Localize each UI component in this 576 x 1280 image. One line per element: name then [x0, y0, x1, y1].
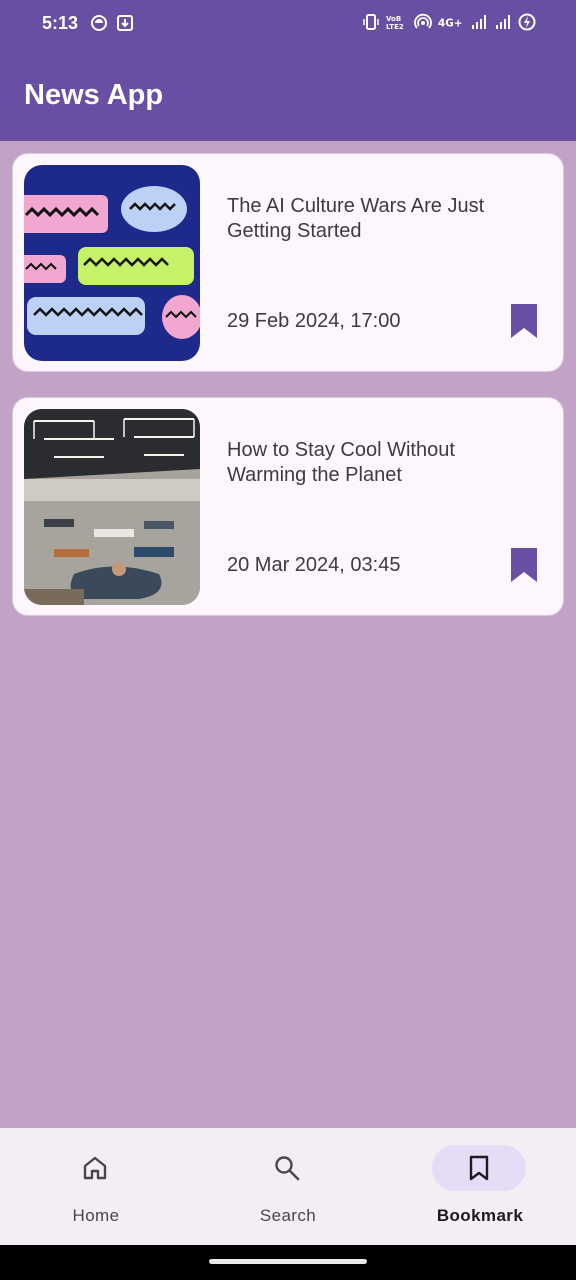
search-icon: [275, 1156, 300, 1181]
article-thumbnail: [24, 409, 200, 605]
app-bar: News App: [0, 48, 576, 141]
home-gesture-bar[interactable]: [209, 1259, 367, 1264]
article-date: 29 Feb 2024, 17:00: [227, 310, 401, 332]
nav-label-bookmark: Bookmark: [436, 1206, 524, 1225]
volte-icon: VoBLTE2: [386, 15, 404, 31]
status-left-icons: [90, 14, 134, 32]
signal-1-icon: [472, 15, 486, 29]
bookmark-icon: [469, 1155, 489, 1181]
article-title: The AI Culture Wars Are Just Getting Sta…: [227, 195, 485, 242]
article-thumbnail: [24, 165, 200, 361]
battery-charging-icon: [518, 13, 536, 31]
status-time: 5:13: [42, 13, 79, 33]
nav-label-home: Home: [72, 1206, 120, 1225]
sync-icon: [91, 15, 107, 31]
gesture-navigation-area: [0, 1245, 576, 1280]
status-right-icons: VoB LTE2 4G+: [362, 13, 536, 31]
hotspot-icon: [414, 13, 432, 29]
network-4g-icon: 4G+: [438, 17, 462, 29]
nav-item-bookmark[interactable]: Bookmark: [384, 1128, 576, 1245]
svg-text:4G+: 4G+: [438, 17, 462, 29]
article-card[interactable]: How to Stay Cool Without Warming the Pla…: [12, 397, 564, 616]
article-title: How to Stay Cool Without Warming the Pla…: [227, 439, 455, 486]
svg-text:VoB: VoB: [386, 15, 401, 23]
bookmark-icon[interactable]: [509, 302, 539, 340]
vibrate-icon: [363, 14, 379, 30]
download-icon: [117, 15, 133, 31]
bookmark-icon[interactable]: [509, 546, 539, 584]
nav-item-home[interactable]: Home: [0, 1128, 192, 1245]
article-card[interactable]: The AI Culture Wars Are Just Getting Sta…: [12, 153, 564, 372]
home-icon: [83, 1156, 107, 1180]
status-bar: 5:13 VoB LTE2 4G+: [0, 0, 576, 48]
signal-2-icon: [496, 15, 510, 29]
article-list: The AI Culture Wars Are Just Getting Sta…: [12, 153, 564, 641]
nav-label-search: Search: [259, 1206, 317, 1225]
article-date: 20 Mar 2024, 03:45: [227, 554, 401, 576]
nav-item-search[interactable]: Search: [192, 1128, 384, 1245]
svg-text:LTE2: LTE2: [386, 23, 404, 31]
bottom-navigation: Home Search Bookmark: [0, 1128, 576, 1245]
app-title: News App: [24, 79, 164, 111]
